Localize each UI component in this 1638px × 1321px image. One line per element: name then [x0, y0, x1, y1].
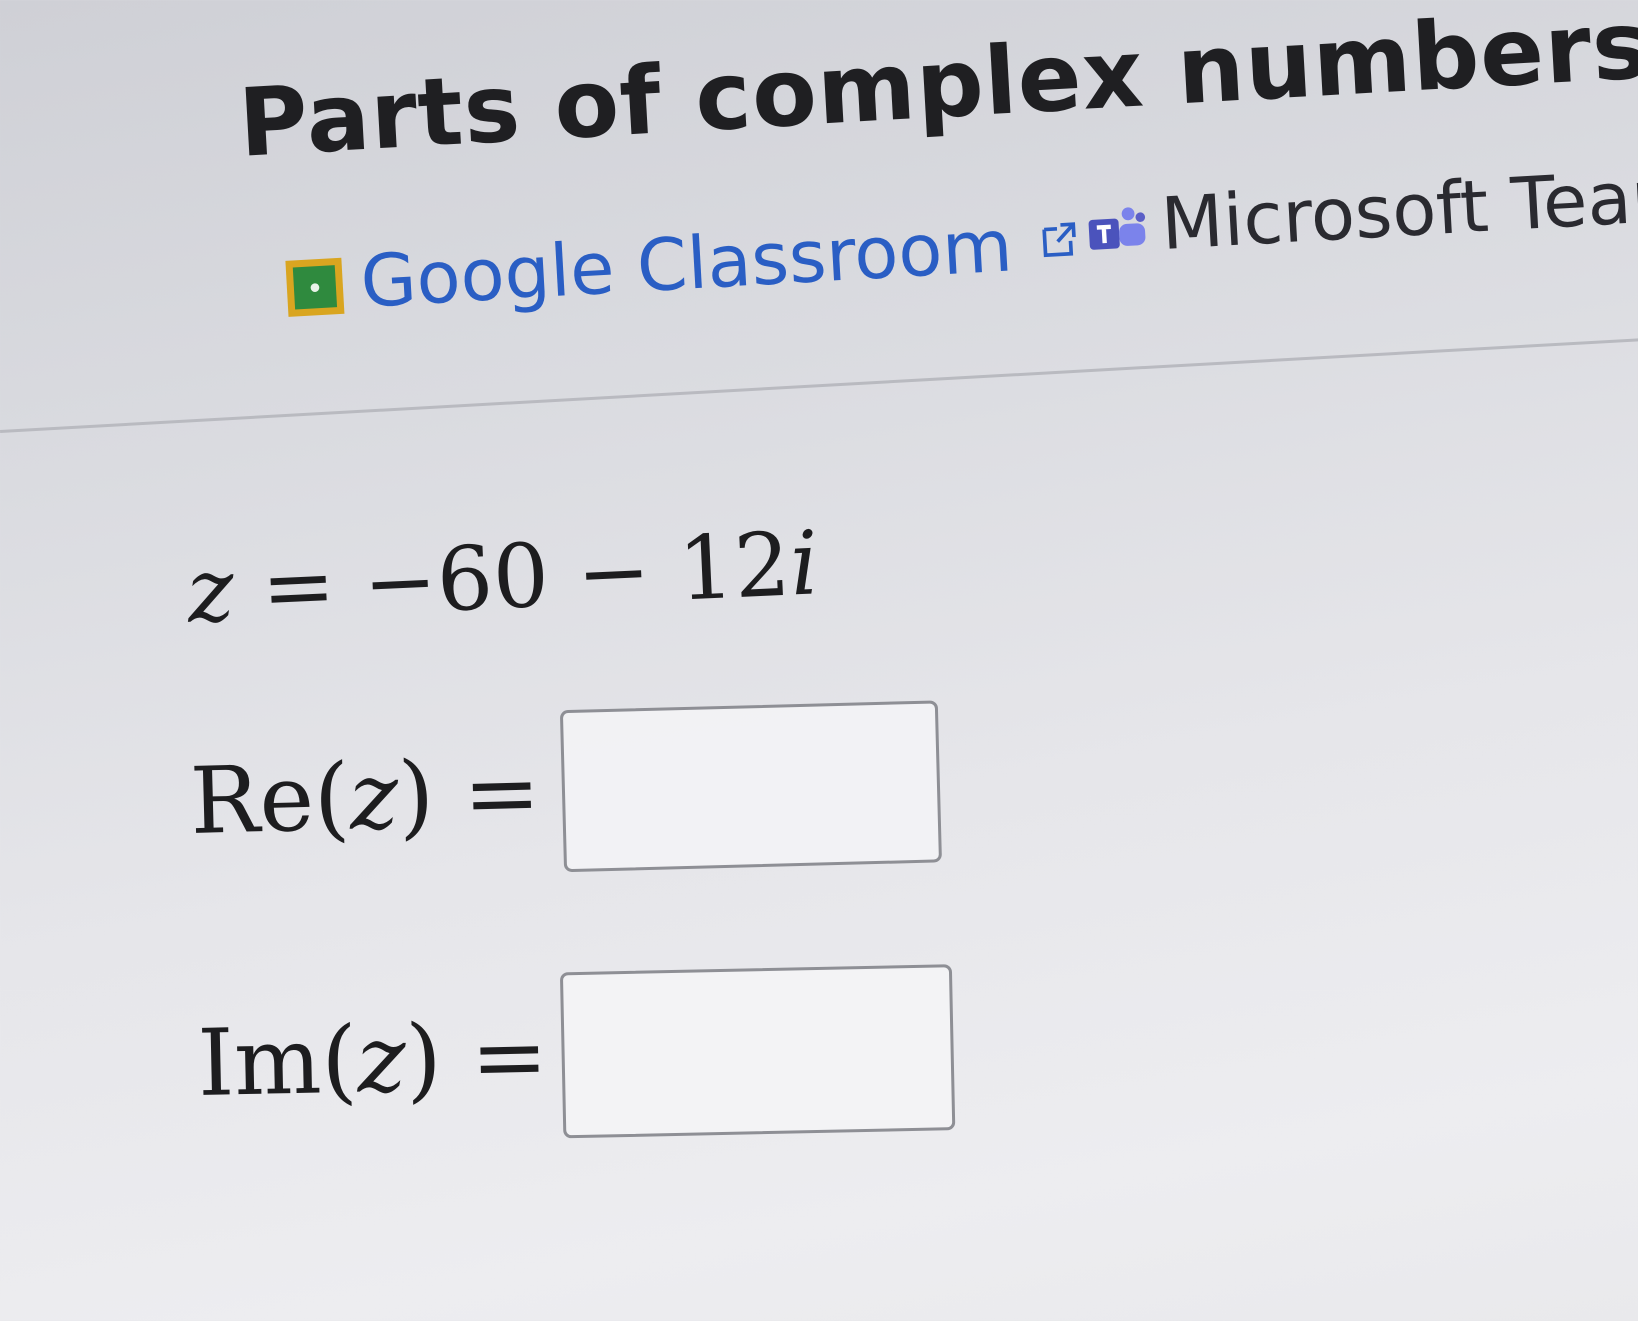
real-part-row: Re(z) = [188, 700, 943, 882]
real-part-label: Re(z) = [188, 738, 542, 855]
exercise-page: Parts of complex numbers ● Google Classr… [0, 0, 1638, 1321]
share-links: ● Google Classroom Microsoft Teams [283, 137, 1638, 328]
imaginary-part-row: Im(z) = [196, 964, 956, 1146]
page-title: Parts of complex numbers [236, 0, 1638, 179]
google-classroom-link[interactable]: Google Classroom [358, 203, 1014, 323]
microsoft-teams-icon[interactable] [1084, 203, 1149, 258]
header-divider [0, 335, 1638, 433]
problem-equation: z = −60 − 12i [185, 511, 821, 643]
real-part-input[interactable] [560, 700, 943, 873]
microsoft-teams-link[interactable]: Microsoft Teams [1159, 150, 1638, 266]
imaginary-part-input[interactable] [560, 964, 956, 1139]
imaginary-part-label: Im(z) = [196, 1002, 549, 1117]
google-classroom-icon[interactable]: ● [285, 257, 345, 317]
external-link-icon [1042, 222, 1077, 258]
